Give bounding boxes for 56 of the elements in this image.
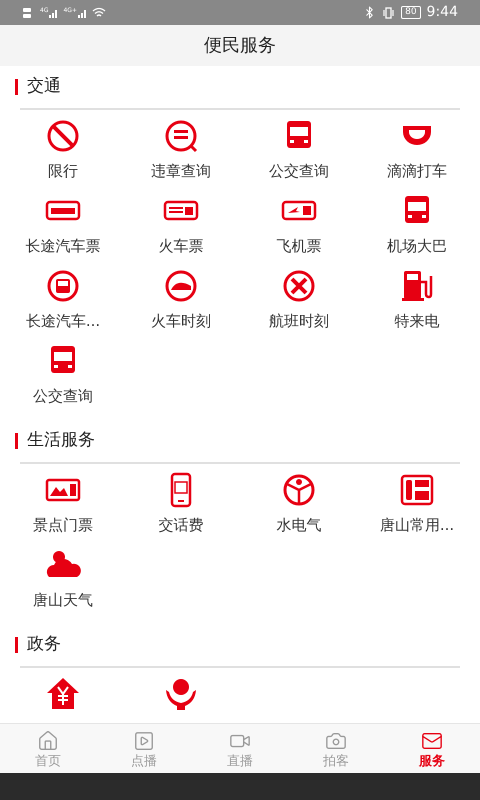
service-item[interactable]: 滴滴打车 (358, 110, 476, 185)
nav-tab[interactable]: 服务 (384, 724, 480, 773)
wifi-icon (92, 6, 106, 18)
service-label: 航班时刻 (269, 311, 329, 332)
service-item[interactable]: 唐山常用... (358, 464, 476, 539)
play-icon (133, 730, 155, 752)
service-label: 公交查询 (33, 386, 93, 407)
service-item[interactable]: 飞机票 (240, 185, 358, 260)
section-marker (15, 79, 18, 95)
service-item[interactable]: 景点门票 (4, 464, 122, 539)
service-item[interactable]: 火车票 (122, 185, 240, 260)
vibrate-icon (382, 6, 396, 18)
house-icon (45, 676, 81, 712)
clock-time: 9:44 (426, 3, 458, 22)
service-label: 水电气 (276, 515, 322, 536)
service-item[interactable]: 特来电 (358, 260, 476, 335)
signal-icon (78, 8, 88, 18)
home-icon (37, 730, 59, 752)
no-entry-icon (45, 118, 81, 154)
service-item[interactable]: 公交查询 (4, 335, 122, 410)
service-item[interactable]: 机场大巴 (358, 185, 476, 260)
service-item[interactable]: 公交查询 (240, 110, 358, 185)
service-item[interactable]: 违章查询 (122, 110, 240, 185)
service-label: 长途汽车... (26, 311, 100, 332)
service-label: 火车票 (158, 236, 204, 257)
service-item[interactable]: 火车时刻 (122, 260, 240, 335)
service-label: 违章查询 (151, 161, 211, 182)
charger-icon (399, 268, 435, 304)
section-marker (15, 433, 18, 449)
service-item[interactable]: 长途汽车票 (4, 185, 122, 260)
service-label: 限行 (48, 161, 78, 182)
signal-icon (49, 8, 60, 18)
service-item[interactable]: 水电气 (240, 464, 358, 539)
section-title: 生活服务 (27, 429, 95, 452)
service-label: 火车时刻 (151, 311, 211, 332)
service-label: 长途汽车票 (26, 236, 100, 257)
service-label: 特来电 (394, 311, 440, 332)
service-label: 机场大巴 (387, 236, 447, 257)
section-title: 交通 (27, 75, 61, 98)
section-marker (15, 637, 18, 653)
service-item[interactable]: 限行 (4, 110, 122, 185)
service-item[interactable]: 唐山天气 (4, 539, 122, 614)
service-label: 飞机票 (276, 236, 322, 257)
magnifier-icon (163, 118, 199, 154)
page-title: 便民服务 (204, 34, 276, 58)
service-label: 交话费 (158, 515, 204, 536)
battery-indicator: 80 (401, 6, 421, 19)
service-label: 公交查询 (269, 161, 329, 182)
service-label: 唐山常用... (380, 515, 454, 536)
section-title: 政务 (27, 633, 61, 656)
service-item[interactable]: 航班时刻 (240, 260, 358, 335)
service-label: 唐山天气 (33, 590, 93, 611)
service-item[interactable]: 长途汽车... (4, 260, 122, 335)
service-item[interactable]: 交话费 (122, 464, 240, 539)
service-label: 滴滴打车 (387, 161, 447, 182)
service-label: 景点门票 (33, 515, 93, 536)
